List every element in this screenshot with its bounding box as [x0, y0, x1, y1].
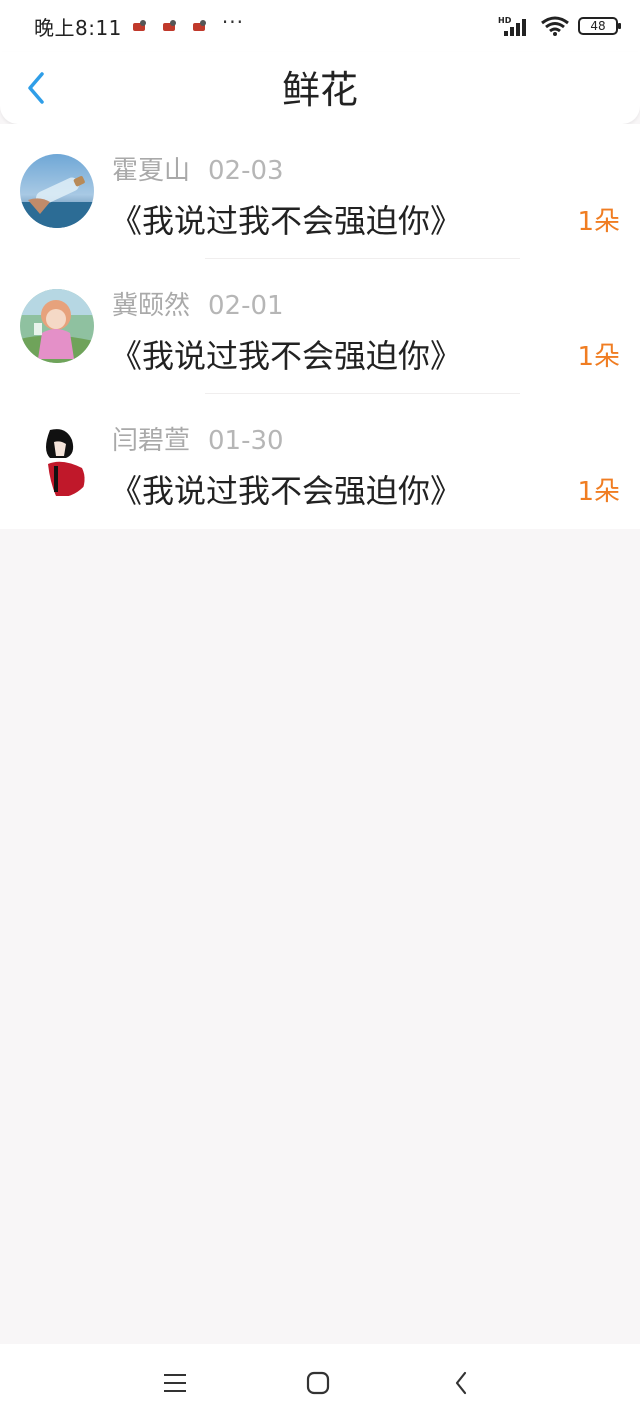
nav-back-button[interactable] — [441, 1366, 481, 1400]
sender-name: 闫碧萱 — [112, 426, 191, 456]
list-item[interactable]: 闫碧萱 01-30 《我说过我不会强迫你》 1朵 — [0, 394, 640, 529]
notification-app-icon — [132, 20, 146, 31]
sender-name: 冀颐然 — [112, 291, 191, 321]
flower-count: 1朵 — [577, 477, 620, 507]
nav-home-button[interactable] — [298, 1366, 338, 1400]
nav-menu-button[interactable] — [155, 1366, 195, 1400]
item-meta: 霍夏山 02-03 — [112, 150, 284, 187]
avatar[interactable] — [20, 424, 94, 498]
list-item[interactable]: 冀颐然 02-01 《我说过我不会强迫你》 1朵 — [0, 259, 640, 394]
flower-count: 1朵 — [577, 207, 620, 237]
item-message: 《我说过我不会强迫你》 — [110, 472, 463, 510]
network-label: HD — [498, 16, 512, 25]
more-notifications-icon: ··· — [221, 10, 244, 34]
sender-name: 霍夏山 — [112, 156, 191, 186]
item-date: 01-30 — [208, 426, 284, 456]
list-item[interactable]: 霍夏山 02-03 《我说过我不会强迫你》 1朵 — [0, 124, 640, 259]
system-nav-bar — [0, 1344, 640, 1422]
flower-count: 1朵 — [577, 342, 620, 372]
item-meta: 冀颐然 02-01 — [112, 285, 284, 322]
avatar[interactable] — [20, 289, 94, 363]
avatar[interactable] — [20, 154, 94, 228]
menu-icon — [164, 1374, 186, 1392]
battery-indicator: 48 — [578, 17, 621, 35]
item-date: 02-03 — [208, 156, 284, 186]
status-bar: 晚上8:11 ··· HD 48 — [0, 0, 640, 52]
notification-app-icon — [162, 20, 176, 31]
item-message: 《我说过我不会强迫你》 — [110, 337, 463, 375]
item-meta: 闫碧萱 01-30 — [112, 420, 284, 457]
notification-icons — [132, 19, 208, 33]
back-icon — [455, 1371, 467, 1395]
signal-icon: HD — [498, 16, 526, 36]
header: 鲜花 — [0, 52, 640, 124]
wifi-icon — [541, 16, 569, 36]
page-title: 鲜花 — [281, 68, 358, 112]
item-message: 《我说过我不会强迫你》 — [110, 202, 463, 240]
flower-list: 霍夏山 02-03 《我说过我不会强迫你》 1朵 冀颐然 02-01 《我说过我… — [0, 124, 640, 529]
home-square-icon — [306, 1371, 330, 1395]
notification-app-icon — [192, 20, 206, 31]
item-date: 02-01 — [208, 291, 284, 321]
status-right: HD 48 — [498, 15, 621, 37]
status-time: 晚上8:11 — [34, 15, 122, 40]
